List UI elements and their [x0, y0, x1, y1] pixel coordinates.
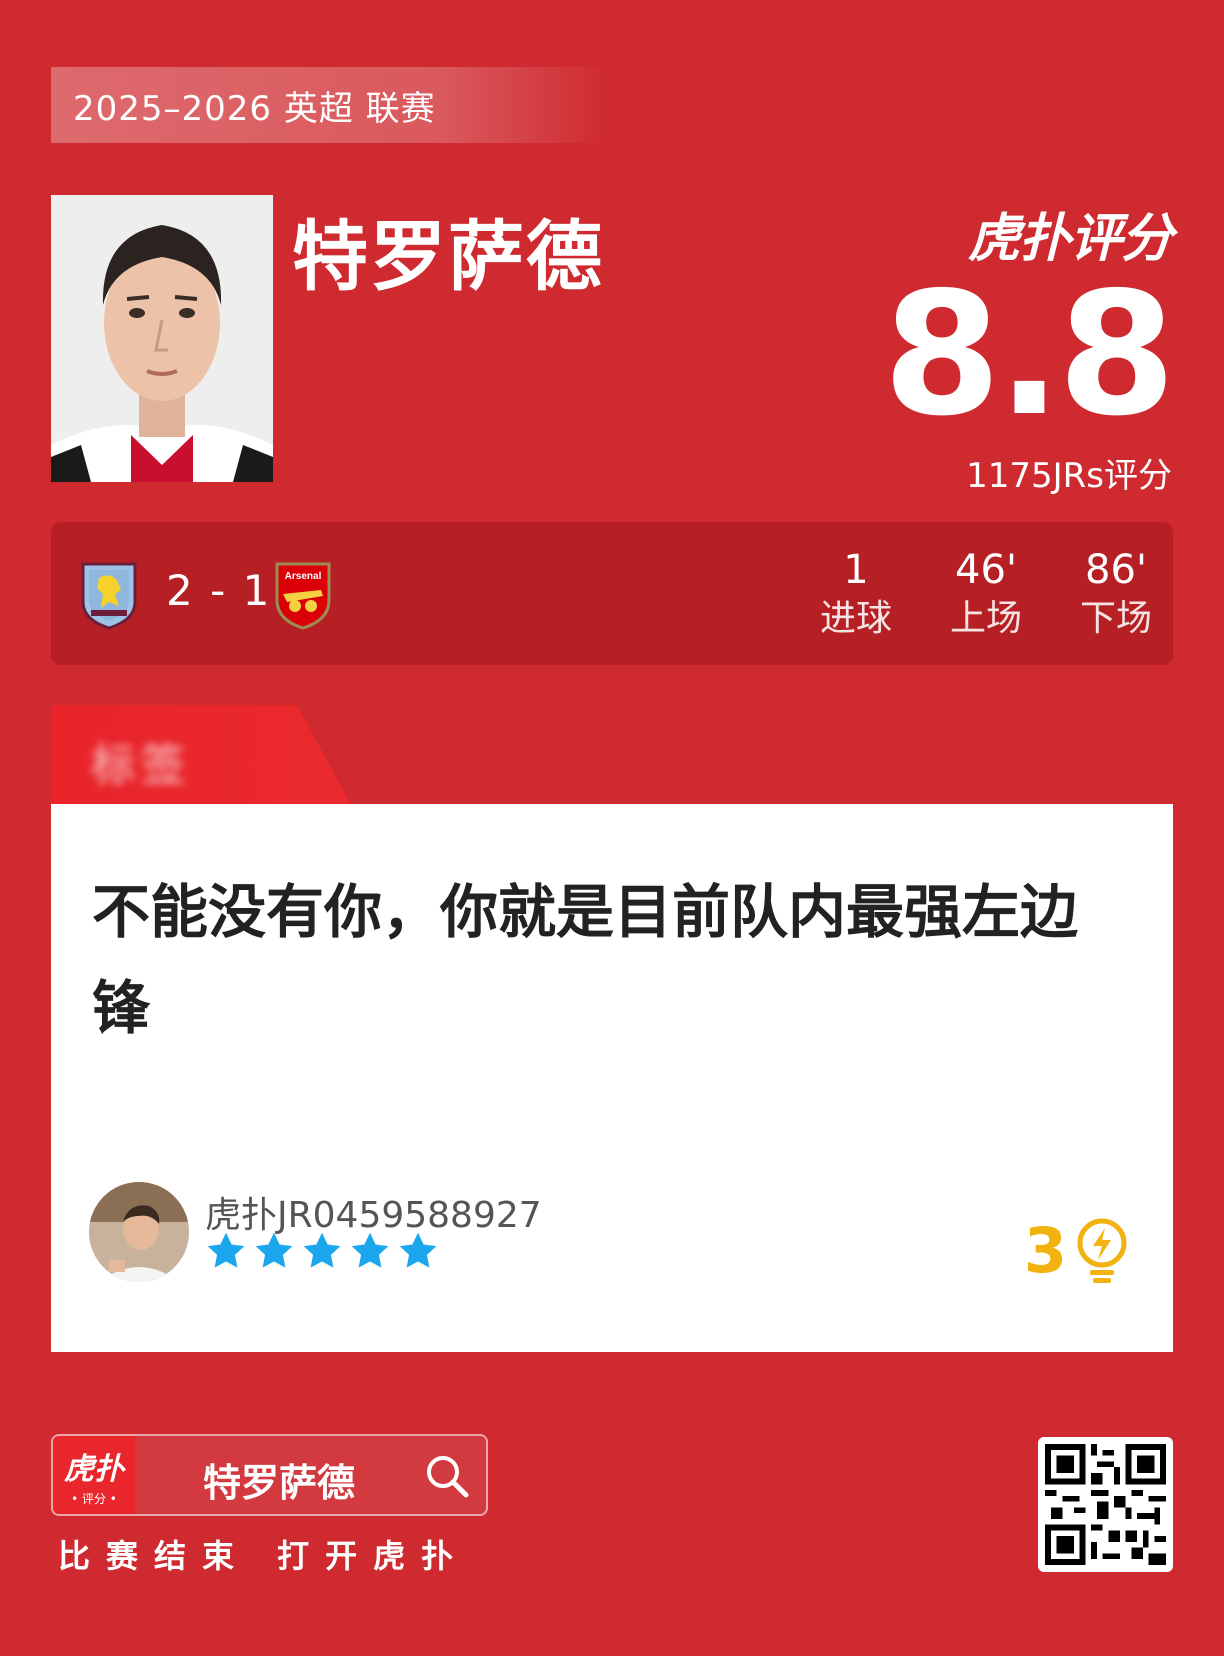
user-avatar[interactable]	[89, 1182, 189, 1282]
search-icon[interactable]	[424, 1453, 470, 1499]
comment-card[interactable]: 不能没有你，你就是目前队内最强左边锋 虎扑JR0459588927 3	[51, 804, 1173, 1352]
star-icon	[207, 1232, 245, 1268]
stat-goals-value: 1	[843, 547, 869, 593]
svg-text:Arsenal: Arsenal	[285, 571, 322, 582]
player-name: 特罗萨德	[292, 212, 604, 301]
like-count: 3	[1023, 1214, 1067, 1287]
open-app-prompt: 比赛结束 打开虎扑	[58, 1537, 470, 1575]
match-score: 2 - 1	[166, 566, 272, 615]
stat-goals: 1 进球	[801, 546, 911, 644]
star-icon	[303, 1232, 341, 1268]
stat-goals-label: 进球	[819, 598, 892, 639]
stat-off-value: 86'	[1085, 547, 1147, 593]
search-query: 特罗萨德	[203, 1461, 356, 1505]
like-button[interactable]: 3	[1024, 1214, 1129, 1287]
league-title: 2025–2026 英超 联赛	[73, 88, 436, 129]
stat-on-label: 上场	[949, 598, 1022, 639]
app-search-box[interactable]: 虎扑 • 评分 • 特罗萨德	[51, 1434, 488, 1516]
comment-tag: 标签	[91, 740, 191, 791]
league-banner: 2025–2026 英超 联赛	[51, 67, 611, 143]
stat-on-value: 46'	[955, 547, 1017, 593]
player-photo	[51, 195, 273, 482]
comment-tag-tab: 标签	[51, 705, 351, 805]
stat-off: 86' 下场	[1061, 546, 1171, 644]
arsenal-crest-icon: Arsenal	[275, 562, 331, 630]
rating-score: 8.8	[882, 256, 1176, 454]
lightbulb-icon	[1077, 1218, 1127, 1283]
star-icon	[351, 1232, 389, 1268]
match-summary[interactable]: 2 - 1 Arsenal 1 进球 46' 上场 86' 下场	[51, 522, 1173, 665]
hupu-app-logo: 虎扑 • 评分 •	[53, 1436, 135, 1514]
stat-on: 46' 上场	[931, 546, 1041, 644]
comment-text: 不能没有你，你就是目前队内最强左边锋	[92, 878, 1079, 1042]
stat-off-label: 下场	[1079, 598, 1152, 639]
qr-code	[1038, 1437, 1173, 1572]
app-logo-subtext: • 评分 •	[71, 1491, 117, 1506]
user-rating-stars	[205, 1230, 439, 1272]
app-logo-text: 虎扑	[64, 1451, 124, 1487]
rating-votes: 1175JRs评分	[966, 456, 1172, 496]
star-icon	[255, 1232, 293, 1268]
star-icon	[399, 1232, 437, 1268]
aston-villa-crest-icon	[81, 562, 137, 630]
